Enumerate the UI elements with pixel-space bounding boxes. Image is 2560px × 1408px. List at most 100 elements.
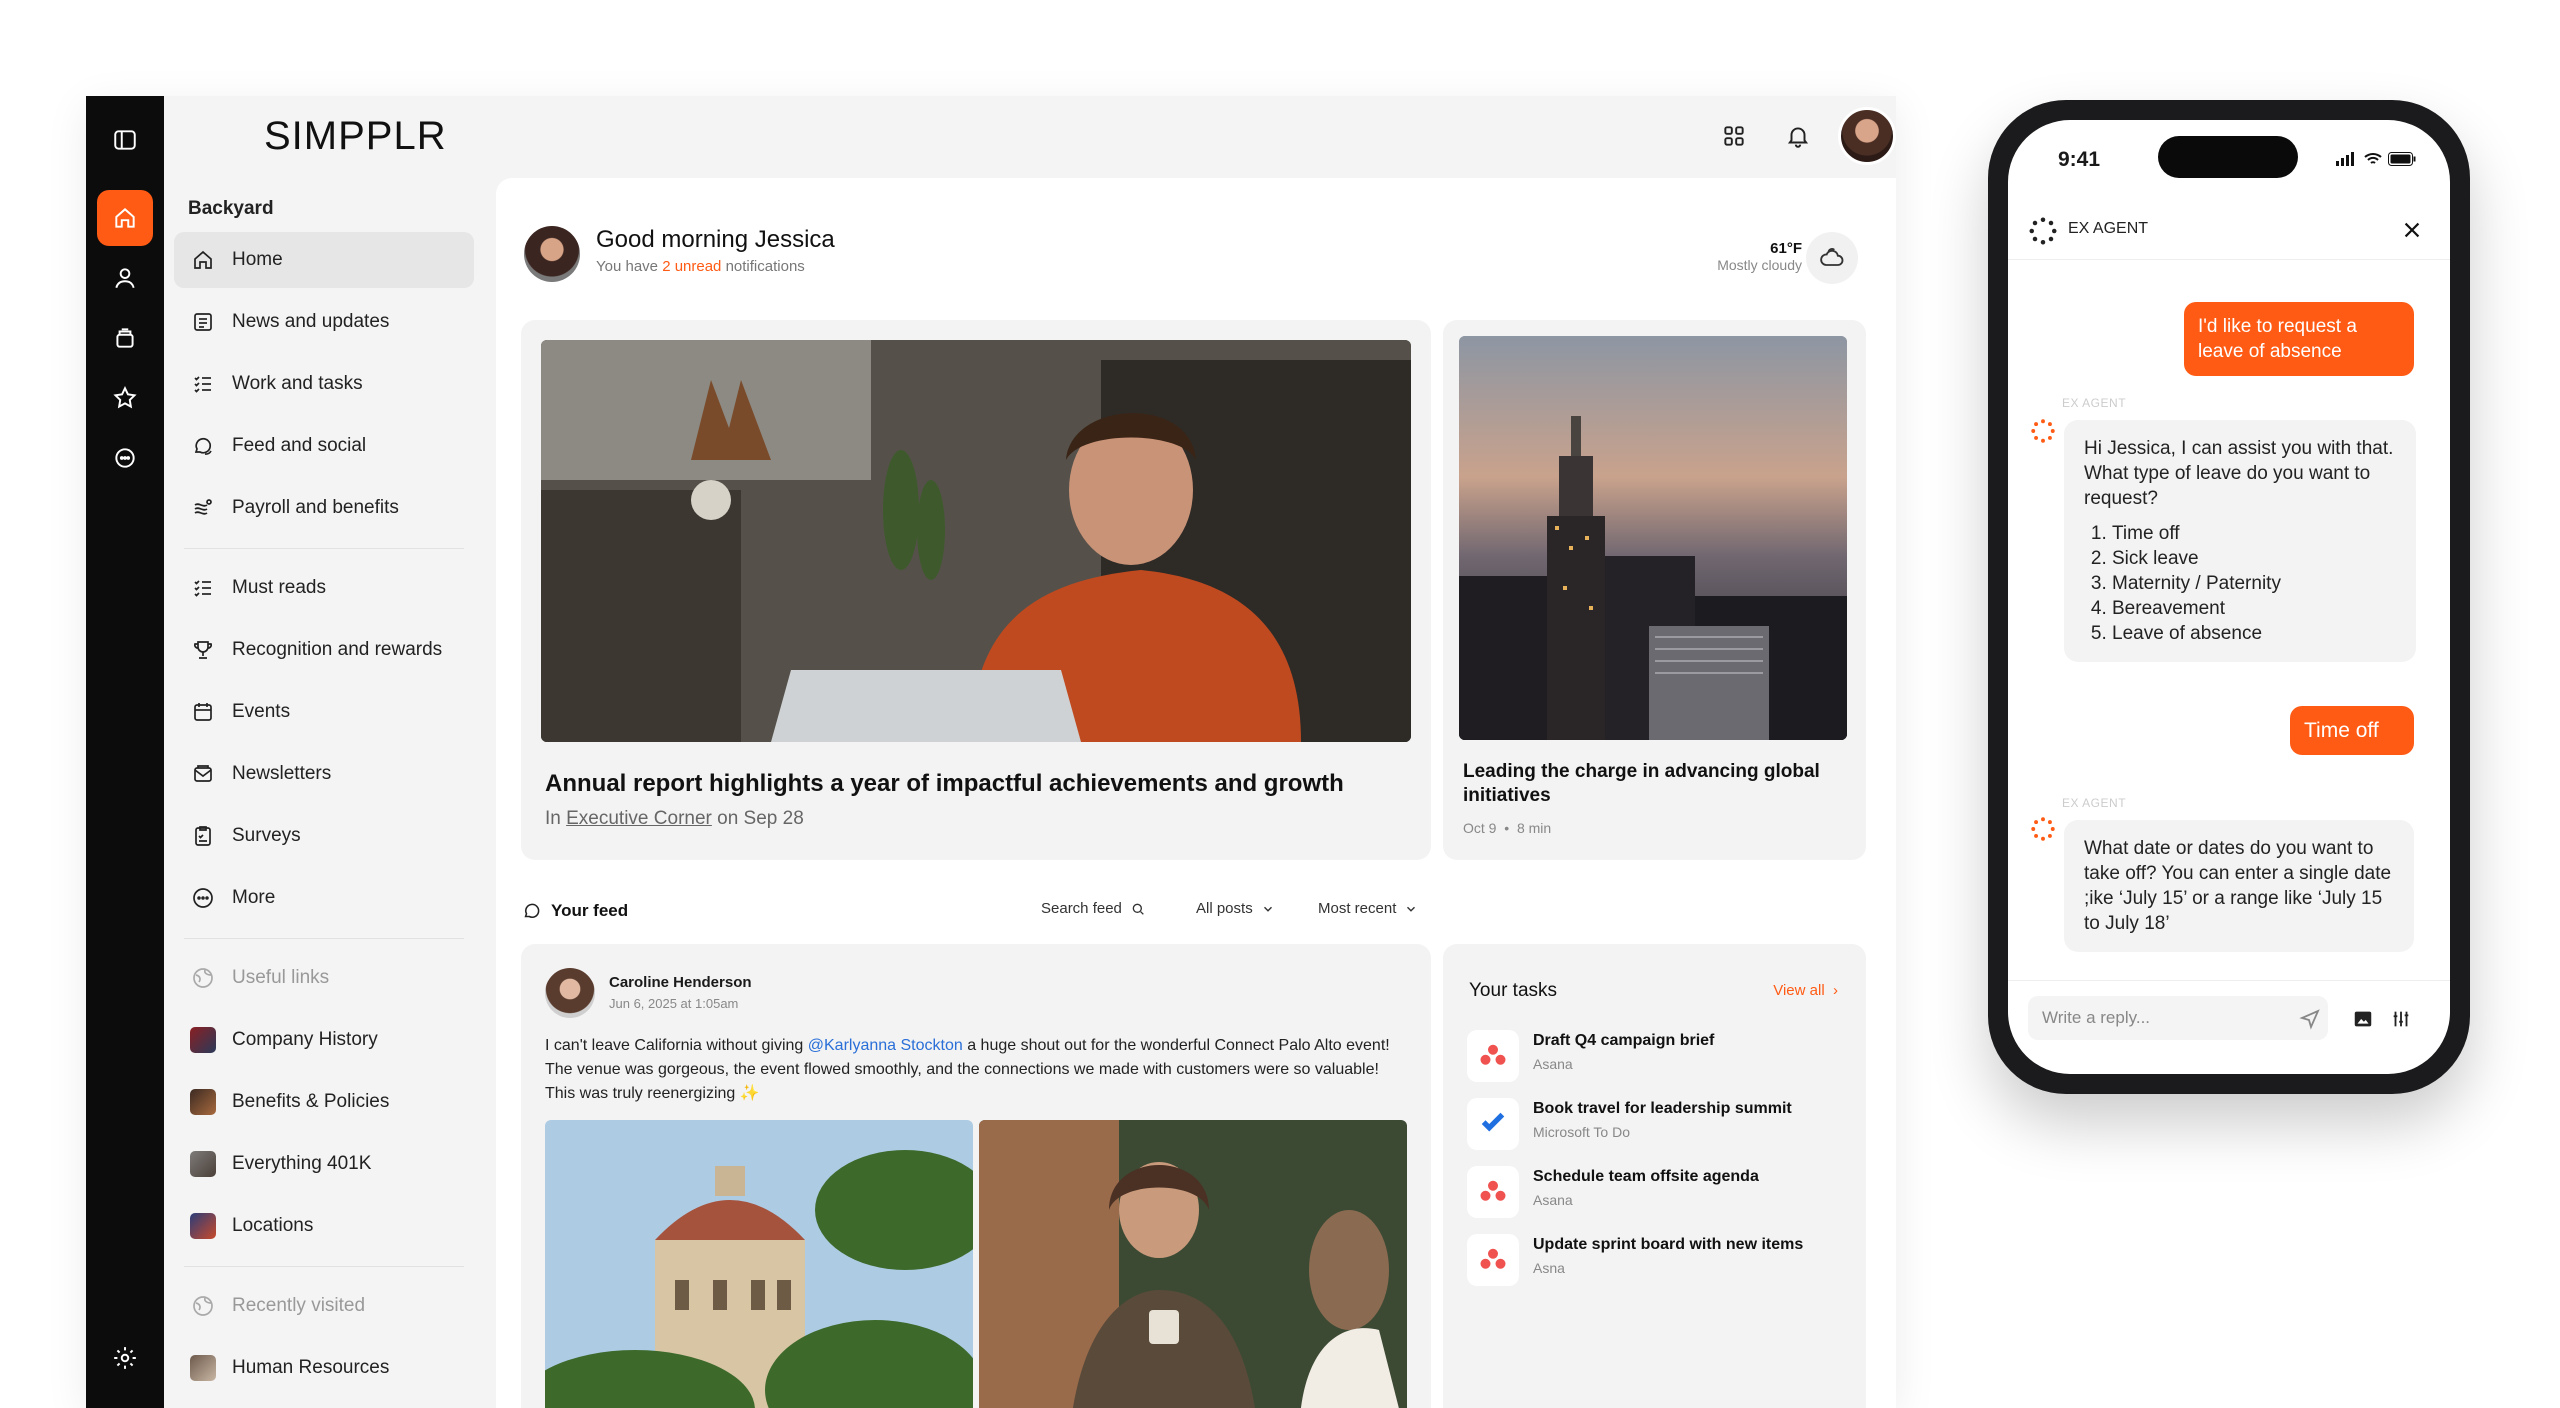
leave-option[interactable]: Maternity / Paternity xyxy=(2112,571,2396,596)
greeting-subtitle: You have 2 unread notifications xyxy=(596,258,805,275)
side-story-card[interactable]: Leading the charge in advancing global i… xyxy=(1443,320,1866,860)
tasks-card: Your tasks View all › Draft Q4 campaign … xyxy=(1443,944,1866,1408)
sliders-icon[interactable] xyxy=(2390,1008,2412,1030)
sidebar-item-work[interactable]: Work and tasks xyxy=(174,356,474,412)
sidebar-item-more[interactable]: More xyxy=(174,870,474,926)
sidebar-item-label: Home xyxy=(232,249,283,270)
agent-name: EX AGENT xyxy=(2068,220,2149,237)
tasks-title: Your tasks xyxy=(1469,980,1558,1001)
divider xyxy=(184,1266,464,1267)
mail-icon xyxy=(190,761,216,787)
task-item[interactable]: Book travel for leadership summit Micros… xyxy=(1467,1094,1847,1156)
task-item[interactable]: Update sprint board with new items Asna xyxy=(1467,1230,1847,1292)
home-icon[interactable] xyxy=(97,190,153,246)
agent-avatar-icon xyxy=(2031,419,2055,443)
sidebar-toggle-icon[interactable] xyxy=(97,112,153,168)
recently-visited-header[interactable]: Recently visited xyxy=(174,1278,474,1334)
sidebar-item-label: Surveys xyxy=(232,825,301,846)
leave-option[interactable]: Bereavement xyxy=(2112,596,2396,621)
task-title: Schedule team offsite agenda xyxy=(1533,1168,1759,1185)
user-message: I'd like to request a leave of absence xyxy=(2184,302,2414,376)
task-item[interactable]: Schedule team offsite agenda Asana xyxy=(1467,1162,1847,1224)
cloud-icon xyxy=(1806,232,1858,284)
trophy-icon xyxy=(190,637,216,663)
useful-link-locations[interactable]: Locations xyxy=(174,1198,474,1254)
divider xyxy=(2008,980,2450,981)
sidebar-item-newsletters[interactable]: Newsletters xyxy=(174,746,474,802)
recent-item-hr[interactable]: Human Resources xyxy=(174,1340,474,1396)
user-avatar[interactable] xyxy=(1838,107,1896,165)
settings-icon[interactable] xyxy=(97,1330,153,1386)
profile-icon[interactable] xyxy=(97,250,153,306)
sidebar-item-surveys[interactable]: Surveys xyxy=(174,808,474,864)
mention-link[interactable]: @Karlyanna Stockton xyxy=(808,1037,963,1054)
useful-link-label: Company History xyxy=(232,1029,378,1050)
recently-visited-label: Recently visited xyxy=(232,1295,366,1316)
microsoft-todo-icon xyxy=(1467,1098,1519,1150)
leave-option[interactable]: Leave of absence xyxy=(2112,621,2396,646)
post-image-people[interactable] xyxy=(979,1120,1407,1408)
sidebar-item-label: Payroll and benefits xyxy=(232,497,399,518)
feed-post: Caroline Henderson Jun 6, 2025 at 1:05am… xyxy=(521,944,1431,1408)
calendar-icon xyxy=(190,699,216,725)
bell-icon[interactable] xyxy=(1774,112,1822,160)
dynamic-island xyxy=(2158,136,2298,178)
sites-icon[interactable] xyxy=(97,310,153,366)
author-name[interactable]: Caroline Henderson xyxy=(609,974,752,991)
send-icon[interactable] xyxy=(2298,1006,2322,1030)
sidebar-item-recognition[interactable]: Recognition and rewards xyxy=(174,622,474,678)
sidebar-item-payroll[interactable]: Payroll and benefits xyxy=(174,480,474,536)
search-icon xyxy=(1132,903,1144,915)
asana-icon xyxy=(1467,1166,1519,1218)
useful-link-company-history[interactable]: Company History xyxy=(174,1012,474,1068)
asana-icon xyxy=(1467,1234,1519,1286)
battery-icon xyxy=(2388,152,2416,166)
sort-dropdown[interactable]: Most recent xyxy=(1318,900,1418,917)
status-time: 9:41 xyxy=(2058,148,2101,171)
view-all-link[interactable]: View all › xyxy=(1773,982,1838,999)
site-link[interactable]: Executive Corner xyxy=(566,808,712,829)
leave-option[interactable]: Time off xyxy=(2112,521,2396,546)
useful-link-benefits[interactable]: Benefits & Policies xyxy=(174,1074,474,1130)
useful-link-label: Locations xyxy=(232,1215,314,1236)
icon-rail xyxy=(86,96,164,1408)
unread-count[interactable]: 2 unread xyxy=(662,258,721,275)
author-avatar[interactable] xyxy=(545,968,595,1018)
reply-input[interactable]: Write a reply... xyxy=(2028,996,2328,1040)
thumbnail xyxy=(190,1027,216,1053)
featured-story-card[interactable]: Annual report highlights a year of impac… xyxy=(521,320,1431,860)
apps-grid-icon[interactable] xyxy=(1710,112,1758,160)
side-story-title[interactable]: Leading the charge in advancing global i… xyxy=(1463,760,1823,808)
filter-dropdown[interactable]: All posts xyxy=(1196,900,1275,917)
close-icon[interactable] xyxy=(2396,214,2428,246)
sidebar-item-home[interactable]: Home xyxy=(174,232,474,288)
leave-option[interactable]: Sick leave xyxy=(2112,546,2396,571)
task-title: Update sprint board with new items xyxy=(1533,1236,1804,1253)
useful-link-401k[interactable]: Everything 401K xyxy=(174,1136,474,1192)
task-item[interactable]: Draft Q4 campaign brief Asana xyxy=(1467,1026,1847,1088)
useful-links-header[interactable]: Useful links xyxy=(174,950,474,1006)
task-title: Book travel for leadership summit xyxy=(1533,1100,1792,1117)
post-image-building[interactable] xyxy=(545,1120,973,1408)
feed-title: Your feed xyxy=(521,900,628,922)
thumbnail xyxy=(190,1151,216,1177)
search-feed-button[interactable]: Search feed xyxy=(1041,900,1146,917)
message-icon[interactable] xyxy=(97,430,153,486)
chevron-down-icon xyxy=(1263,906,1272,912)
sidebar-item-feed[interactable]: Feed and social xyxy=(174,418,474,474)
agent-message: What date or dates do you want to take o… xyxy=(2064,820,2414,952)
image-icon[interactable] xyxy=(2352,1008,2374,1030)
phone-screen: 9:41 EX AGENT I'd like to request a leav… xyxy=(2008,120,2450,1074)
featured-story-title[interactable]: Annual report highlights a year of impac… xyxy=(545,770,1344,798)
task-source: Asna xyxy=(1533,1260,1565,1276)
star-icon[interactable] xyxy=(97,370,153,426)
sidebar-item-events[interactable]: Events xyxy=(174,684,474,740)
logo[interactable]: SIMPPLR xyxy=(264,114,447,159)
weather-desc: Mostly cloudy xyxy=(1717,257,1802,273)
featured-story-meta: In Executive Corner on Sep 28 xyxy=(545,808,804,829)
sidebar-item-must-reads[interactable]: Must reads xyxy=(174,560,474,616)
useful-link-label: Everything 401K xyxy=(232,1153,372,1174)
sidebar-item-news[interactable]: News and updates xyxy=(174,294,474,350)
task-title: Draft Q4 campaign brief xyxy=(1533,1032,1715,1049)
status-icons xyxy=(2336,152,2416,166)
